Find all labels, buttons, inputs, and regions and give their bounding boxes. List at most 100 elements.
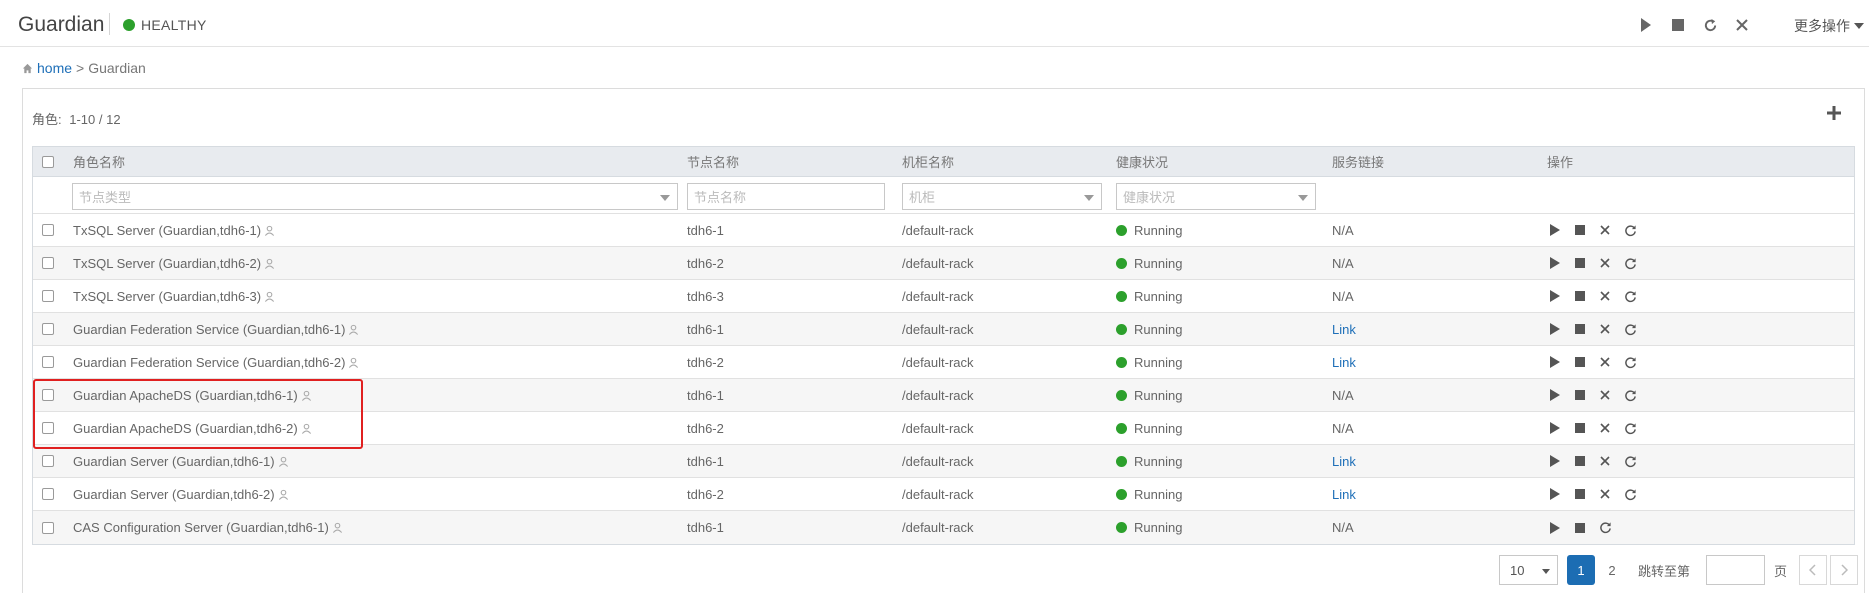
start-role-button[interactable] (1547, 453, 1563, 469)
role-name-cell[interactable]: Guardian Server (Guardian,tdh6-2) (73, 478, 289, 510)
restart-role-button[interactable] (1622, 486, 1638, 502)
user-icon (278, 489, 288, 500)
roles-table: 角色名称 节点名称 机柜名称 健康状况 服务链接 操作 节点类型 节点名称 机柜… (32, 146, 1855, 545)
column-header-health[interactable]: 健康状况 (1116, 147, 1168, 176)
page-button-1[interactable]: 1 (1567, 555, 1595, 585)
row-actions (1547, 379, 1638, 411)
row-checkbox[interactable] (42, 488, 54, 500)
stop-role-button[interactable] (1572, 354, 1588, 370)
delete-service-button[interactable] (1731, 14, 1753, 36)
page-button-2[interactable]: 2 (1598, 555, 1626, 585)
stop-role-button[interactable] (1572, 486, 1588, 502)
role-name-cell[interactable]: Guardian Server (Guardian,tdh6-1) (73, 445, 289, 477)
role-name-cell[interactable]: Guardian Federation Service (Guardian,td… (73, 346, 359, 378)
table-row: TxSQL Server (Guardian,tdh6-3) tdh6-3/def… (33, 280, 1854, 313)
restart-role-button[interactable] (1622, 288, 1638, 304)
service-link[interactable]: Link (1332, 454, 1356, 469)
table-row: Guardian ApacheDS (Guardian,tdh6-1) tdh6-… (33, 379, 1854, 412)
row-checkbox[interactable] (42, 323, 54, 335)
start-role-button[interactable] (1547, 255, 1563, 271)
role-name-cell[interactable]: TxSQL Server (Guardian,tdh6-2) (73, 247, 275, 279)
restart-role-button[interactable] (1622, 321, 1638, 337)
delete-role-button[interactable] (1597, 222, 1613, 238)
health-status-text: Running (1134, 420, 1183, 436)
health-filter[interactable]: 健康状况 (1116, 183, 1316, 210)
restart-role-button[interactable] (1622, 453, 1638, 469)
role-name-cell[interactable]: TxSQL Server (Guardian,tdh6-1) (73, 214, 275, 246)
row-checkbox[interactable] (42, 356, 54, 368)
restart-role-button[interactable] (1622, 420, 1638, 436)
row-checkbox[interactable] (42, 389, 54, 401)
stop-role-button[interactable] (1572, 255, 1588, 271)
page-size-select[interactable]: 10 (1499, 555, 1558, 585)
stop-role-button[interactable] (1572, 288, 1588, 304)
stop-role-button[interactable] (1572, 520, 1588, 536)
service-link[interactable]: Link (1332, 355, 1356, 370)
role-name-cell[interactable]: TxSQL Server (Guardian,tdh6-3) (73, 280, 275, 312)
stop-role-button[interactable] (1572, 420, 1588, 436)
rack-name-cell: /default-rack (902, 222, 974, 238)
rack-filter[interactable]: 机柜 (902, 183, 1102, 210)
role-type-filter[interactable]: 节点类型 (72, 183, 678, 210)
delete-role-button[interactable] (1597, 486, 1613, 502)
table-row: Guardian ApacheDS (Guardian,tdh6-2) tdh6-… (33, 412, 1854, 445)
role-name-cell[interactable]: CAS Configuration Server (Guardian,tdh6-… (73, 511, 343, 544)
column-header-rack[interactable]: 机柜名称 (902, 147, 954, 176)
breadcrumb-home-link[interactable]: home (37, 60, 72, 76)
row-checkbox[interactable] (42, 455, 54, 467)
delete-role-button[interactable] (1597, 321, 1613, 337)
role-name-cell[interactable]: Guardian Federation Service (Guardian,td… (73, 313, 359, 345)
next-page-button[interactable] (1830, 555, 1858, 585)
delete-role-button[interactable] (1597, 354, 1613, 370)
row-actions (1547, 445, 1638, 477)
stop-role-button[interactable] (1572, 222, 1588, 238)
start-role-button[interactable] (1547, 387, 1563, 403)
start-role-button[interactable] (1547, 520, 1563, 536)
start-role-button[interactable] (1547, 222, 1563, 238)
delete-role-button[interactable] (1597, 288, 1613, 304)
row-checkbox[interactable] (42, 290, 54, 302)
stop-service-button[interactable] (1667, 14, 1689, 36)
row-checkbox[interactable] (42, 257, 54, 269)
restart-service-button[interactable] (1699, 14, 1721, 36)
delete-role-button[interactable] (1597, 255, 1613, 271)
jump-to-page-input[interactable] (1706, 555, 1765, 585)
restart-role-button[interactable] (1622, 354, 1638, 370)
column-header-role[interactable]: 角色名称 (73, 147, 125, 176)
health-status-text: Running (1134, 321, 1183, 337)
role-name-cell[interactable]: Guardian ApacheDS (Guardian,tdh6-2) (73, 412, 312, 444)
service-link[interactable]: Link (1332, 487, 1356, 502)
delete-role-button[interactable] (1597, 387, 1613, 403)
stop-role-button[interactable] (1572, 321, 1588, 337)
start-role-button[interactable] (1547, 288, 1563, 304)
add-role-button[interactable] (1826, 105, 1846, 125)
start-role-button[interactable] (1547, 354, 1563, 370)
play-icon (1550, 488, 1560, 500)
stop-role-button[interactable] (1572, 387, 1588, 403)
role-count-label: 角色: (32, 112, 62, 127)
stop-role-button[interactable] (1572, 453, 1588, 469)
row-select-cell (33, 214, 63, 246)
restart-role-button[interactable] (1622, 255, 1638, 271)
restart-role-button[interactable] (1597, 520, 1613, 536)
health-status-text: Running (1134, 222, 1183, 238)
prev-page-button[interactable] (1799, 555, 1827, 585)
row-checkbox[interactable] (42, 224, 54, 236)
more-actions-dropdown[interactable]: 更多操作 (1794, 16, 1864, 36)
select-all-checkbox[interactable] (42, 155, 54, 168)
start-service-button[interactable] (1635, 14, 1657, 36)
start-role-button[interactable] (1547, 321, 1563, 337)
start-role-button[interactable] (1547, 486, 1563, 502)
delete-role-button[interactable] (1597, 420, 1613, 436)
restart-role-button[interactable] (1622, 387, 1638, 403)
role-name-cell[interactable]: Guardian ApacheDS (Guardian,tdh6-1) (73, 379, 312, 411)
service-link[interactable]: Link (1332, 322, 1356, 337)
row-checkbox[interactable] (42, 521, 54, 534)
node-name-filter[interactable]: 节点名称 (687, 183, 885, 210)
delete-role-button[interactable] (1597, 453, 1613, 469)
start-role-button[interactable] (1547, 420, 1563, 436)
restart-role-button[interactable] (1622, 222, 1638, 238)
column-header-node[interactable]: 节点名称 (687, 147, 739, 176)
service-link-na: N/A (1332, 288, 1354, 304)
row-checkbox[interactable] (42, 422, 54, 434)
